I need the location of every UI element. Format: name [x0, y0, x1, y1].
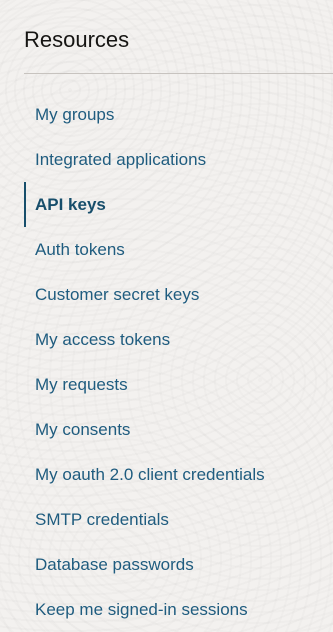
nav-item-integrated-applications[interactable]: Integrated applications — [0, 137, 333, 182]
resources-nav: My groups Integrated applications API ke… — [0, 92, 333, 632]
nav-item-signed-in-sessions[interactable]: Keep me signed-in sessions — [0, 587, 333, 632]
nav-item-database-passwords[interactable]: Database passwords — [0, 542, 333, 587]
heading-divider — [24, 73, 333, 74]
nav-item-auth-tokens[interactable]: Auth tokens — [0, 227, 333, 272]
resources-panel: Resources My groups Integrated applicati… — [0, 0, 333, 632]
nav-item-my-consents[interactable]: My consents — [0, 407, 333, 452]
nav-item-smtp-credentials[interactable]: SMTP credentials — [0, 497, 333, 542]
nav-item-my-groups[interactable]: My groups — [0, 92, 333, 137]
resources-heading: Resources — [24, 27, 130, 52]
nav-item-api-keys[interactable]: API keys — [0, 182, 333, 227]
nav-item-my-access-tokens[interactable]: My access tokens — [0, 317, 333, 362]
nav-item-my-requests[interactable]: My requests — [0, 362, 333, 407]
nav-item-customer-secret-keys[interactable]: Customer secret keys — [0, 272, 333, 317]
nav-item-oauth-client-credentials[interactable]: My oauth 2.0 client credentials — [0, 452, 333, 497]
